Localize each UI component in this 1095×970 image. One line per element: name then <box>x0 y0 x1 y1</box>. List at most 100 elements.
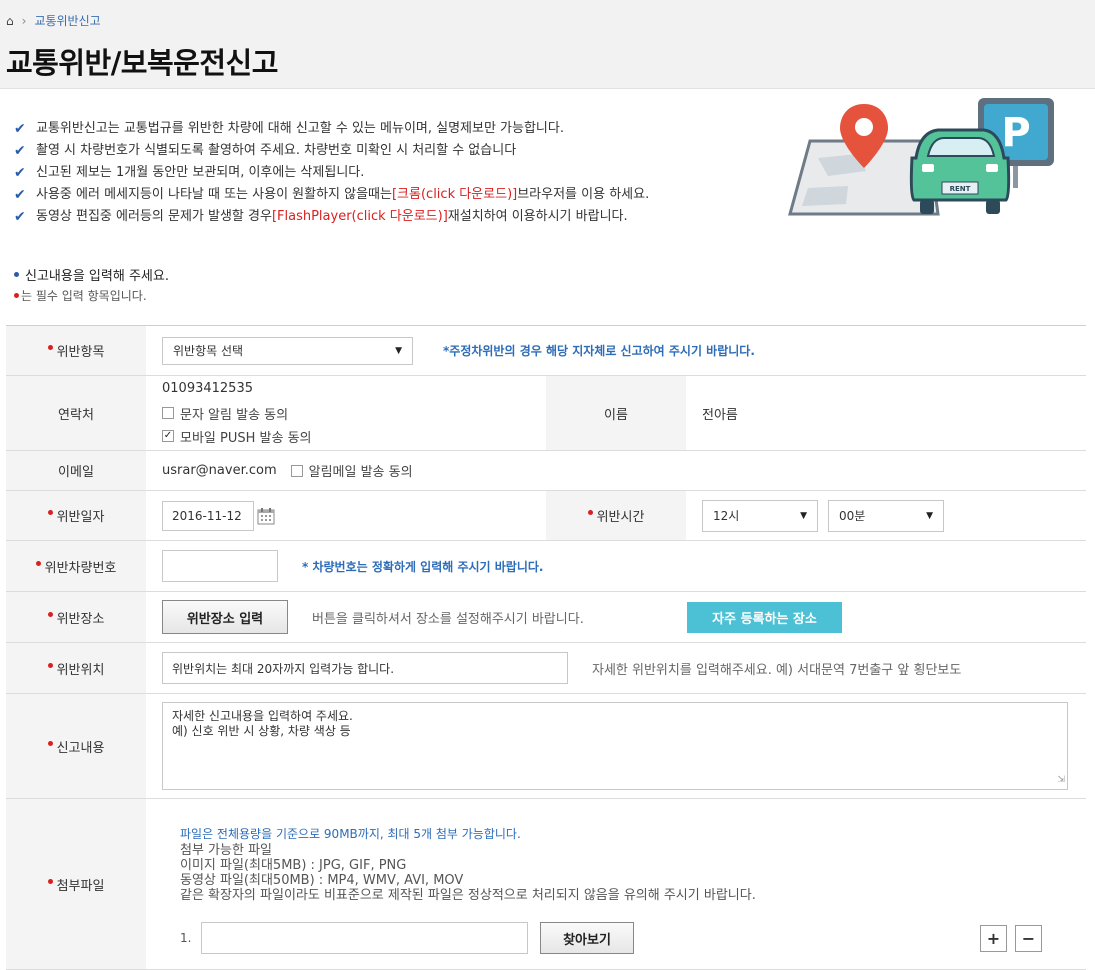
chevron-right-icon: › <box>21 13 27 28</box>
car-plate-text: RENT <box>950 185 971 193</box>
label-text: 위반차량번호 <box>44 560 117 576</box>
label-text: 이메일 <box>58 465 94 480</box>
cell-name: 전아름 <box>686 376 754 450</box>
label-text: 위반시간 <box>596 510 645 525</box>
chrome-download-link[interactable]: [크롬(click 다운로드)] <box>392 184 517 206</box>
label-violation-date: 위반일자 <box>6 491 146 540</box>
attachment-file-input[interactable] <box>201 922 528 954</box>
position-placeholder: 위반위치는 최대 20자까지 입력가능 합니다. <box>172 661 395 676</box>
home-icon[interactable]: ⌂ <box>6 14 14 28</box>
notice-item: ✔ 촬영 시 차량번호가 식별되도록 촬영하여 주세요. 차량번호 미확인 시 … <box>14 140 649 162</box>
attachment-info-line: 동영상 파일(최대50MB) : MP4, WMV, AVI, MOV <box>180 873 464 888</box>
required-dot-icon <box>47 662 53 668</box>
attachment-index: 1. <box>180 931 192 945</box>
car-headlight <box>986 164 998 172</box>
sms-consent-label: 문자 알림 발송 동의 <box>180 407 289 423</box>
cell-location: 위반장소 입력 버튼을 클릭하셔서 장소를 설정해주시기 바랍니다. 자주 등록… <box>146 592 858 642</box>
push-consent-label: 모바일 PUSH 발송 동의 <box>180 430 312 446</box>
map-block <box>802 186 848 206</box>
label-text: 이름 <box>604 407 628 423</box>
notice-item: ✔ 신고된 제보는 1개월 동안만 보관되며, 이후에는 삭제됩니다. <box>14 162 649 184</box>
page-title: 교통위반/보복운전신고 <box>6 46 278 80</box>
minute-select[interactable]: 00분 ▼ <box>828 499 944 532</box>
cell-position: 위반위치는 최대 20자까지 입력가능 합니다. 자세한 위반위치를 입력해주세… <box>146 643 977 693</box>
attachment-notice: 파일은 전체용량을 기준으로 90MB까지, 최대 5개 첨부 가능합니다. <box>180 827 521 841</box>
sign-pole <box>1013 166 1018 188</box>
check-icon: ✔ <box>14 165 26 181</box>
plate-number-input[interactable] <box>162 550 278 582</box>
notice-text: 브라우저를 이용 하세요. <box>517 187 650 202</box>
violation-item-select[interactable]: 위반항목 선택 ▼ <box>162 336 413 365</box>
add-file-button[interactable]: + <box>980 925 1007 952</box>
cell-violation-item: 위반항목 선택 ▼ *주정차위반의 경우 해당 지자체로 신고하여 주시기 바랍… <box>146 326 771 375</box>
header-area: ⌂ › 교통위반신고 교통위반/보복운전신고 <box>0 0 1095 89</box>
push-consent-option[interactable]: ✓ 모바일 PUSH 발송 동의 <box>162 427 312 446</box>
attachment-info: 첨부 가능한 파일 이미지 파일(최대5MB) : JPG, GIF, PNG … <box>180 843 756 903</box>
intro-line2: 는 필수 입력 항목입니다. <box>14 287 169 304</box>
cell-attachment: 파일은 전체용량을 기준으로 90MB까지, 최대 5개 첨부 가능합니다. 첨… <box>146 799 1086 969</box>
date-value: 2016-11-12 <box>172 508 242 523</box>
label-text: 위반장소 <box>56 611 105 627</box>
cell-content: 자세한 신고내용을 입력하여 주세요. 예) 신호 위반 시 상황, 차량 색상… <box>146 694 1084 798</box>
row-location: 위반장소 위반장소 입력 버튼을 클릭하셔서 장소를 설정해주시기 바랍니다. … <box>6 592 1086 643</box>
intro-line2-text: 는 필수 입력 항목입니다. <box>21 289 147 303</box>
breadcrumb-current[interactable]: 교통위반신고 <box>34 12 100 29</box>
required-dot-icon <box>47 510 53 515</box>
sms-consent-checkbox[interactable] <box>162 407 174 419</box>
content-textarea[interactable]: 자세한 신고내용을 입력하여 주세요. 예) 신호 위반 시 상황, 차량 색상… <box>162 702 1068 790</box>
car-wheel <box>920 200 934 214</box>
notice-text: 재설치하여 이용하시기 바랍니다. <box>447 209 628 224</box>
required-dot-icon <box>35 560 41 566</box>
label-text: 위반항목 <box>56 345 105 360</box>
location-input-button[interactable]: 위반장소 입력 <box>162 600 288 634</box>
cell-contact: 01093412535 문자 알림 발송 동의 ✓ 모바일 PUSH 발송 동의 <box>146 376 546 450</box>
car-headlight <box>922 164 934 172</box>
pin-center <box>855 118 873 136</box>
report-form: 위반항목 위반항목 선택 ▼ *주정차위반의 경우 해당 지자체로 신고하여 주… <box>6 325 1086 970</box>
dropdown-arrow-icon: ▼ <box>395 345 402 356</box>
required-dot-icon <box>47 611 53 617</box>
plate-number-note: * 차량번호는 정확하게 입력해 주시기 바랍니다. <box>302 559 544 574</box>
dropdown-arrow-icon: ▼ <box>800 510 807 521</box>
row-content: 신고내용 자세한 신고내용을 입력하여 주세요. 예) 신호 위반 시 상황, … <box>6 694 1086 799</box>
row-contact: 연락처 01093412535 문자 알림 발송 동의 ✓ 모바일 PUSH 발송… <box>6 376 1086 451</box>
content-placeholder-line1: 자세한 신고내용을 입력하여 주세요. <box>172 709 353 723</box>
required-dot-icon <box>47 345 53 350</box>
sms-consent-option[interactable]: 문자 알림 발송 동의 <box>162 404 288 423</box>
location-hint: 버튼을 클릭하셔서 장소를 설정해주시기 바랍니다. <box>312 611 584 627</box>
label-violation-item: 위반항목 <box>6 326 146 375</box>
browse-button[interactable]: 찾아보기 <box>540 922 634 954</box>
label-location: 위반장소 <box>6 592 146 642</box>
calendar-icon[interactable] <box>257 507 275 525</box>
check-icon: ✔ <box>14 187 26 203</box>
email-consent-checkbox[interactable] <box>290 464 303 477</box>
hour-select[interactable]: 12시 ▼ <box>702 499 818 532</box>
attachment-info-line: 같은 확장자의 파일이라도 비표준으로 제작된 파일은 정상적으로 처리되지 않… <box>180 888 756 903</box>
label-text: 연락처 <box>58 407 94 423</box>
remove-file-button[interactable]: − <box>1015 925 1042 952</box>
cell-violation-time: 12시 ▼ 00분 ▼ <box>686 491 960 540</box>
label-position: 위반위치 <box>6 643 146 693</box>
label-attachment: 첨부파일 <box>6 799 146 969</box>
notice-list: ✔ 교통위반신고는 교통법규를 위반한 차량에 대해 신고할 수 있는 메뉴이며… <box>14 118 649 228</box>
breadcrumb: ⌂ › 교통위반신고 <box>6 12 101 29</box>
favorite-location-button[interactable]: 자주 등록하는 장소 <box>687 601 842 633</box>
car-windshield <box>926 137 996 157</box>
label-text: 첨부파일 <box>56 878 105 894</box>
position-input[interactable]: 위반위치는 최대 20자까지 입력가능 합니다. <box>162 652 568 684</box>
bullet-icon <box>14 272 19 277</box>
label-email: 이메일 <box>6 451 146 490</box>
dropdown-arrow-icon: ▼ <box>926 510 933 521</box>
resize-handle-icon[interactable]: ⇲ <box>1057 773 1065 788</box>
email-consent-option[interactable]: 알림메일 발송 동의 <box>290 461 413 480</box>
flashplayer-download-link[interactable]: [FlashPlayer(click 다운로드)] <box>272 206 448 228</box>
required-dot-icon <box>47 878 53 884</box>
cell-plate-number: * 차량번호는 정확하게 입력해 주시기 바랍니다. <box>146 541 559 591</box>
label-name: 이름 <box>546 376 686 450</box>
content-placeholder-line2: 예) 신호 위반 시 상황, 차량 색상 등 <box>172 724 351 738</box>
violation-date-input[interactable]: 2016-11-12 <box>162 500 254 531</box>
intro-line1: 신고내용을 입력해 주세요. <box>14 265 169 284</box>
push-consent-checkbox[interactable]: ✓ <box>162 430 174 442</box>
intro-line1-text: 신고내용을 입력해 주세요. <box>25 269 169 284</box>
notice-item: ✔ 교통위반신고는 교통법규를 위반한 차량에 대해 신고할 수 있는 메뉴이며… <box>14 118 649 140</box>
